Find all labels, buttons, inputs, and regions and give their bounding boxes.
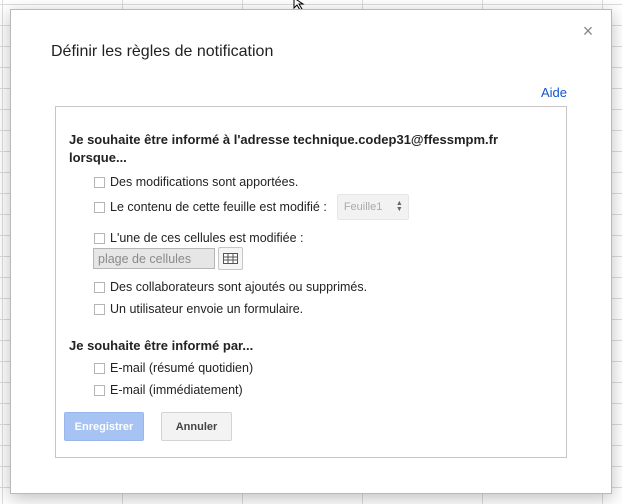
option-label: E-mail (immédiatement) (110, 383, 243, 397)
option-cells-changed[interactable]: L'une de ces cellules est modifiée : (94, 231, 303, 245)
checkbox-email-immediate[interactable] (94, 384, 105, 396)
option-form-submitted[interactable]: Un utilisateur envoie un formulaire. (94, 302, 303, 316)
checkbox-sheet-changed[interactable] (94, 201, 105, 213)
cell-range-picker (93, 247, 243, 270)
checkbox-cells-changed[interactable] (94, 232, 105, 244)
option-email-daily[interactable]: E-mail (résumé quotidien) (94, 361, 253, 375)
option-collaborators-changed[interactable]: Des collaborateurs sont ajoutés ou suppr… (94, 280, 367, 294)
notification-rules-dialog: × Définir les règles de notification Aid… (10, 9, 612, 494)
option-sheet-changed[interactable]: Le contenu de cette feuille est modifié … (94, 194, 409, 220)
save-button[interactable]: Enregistrer (64, 412, 144, 441)
option-label: L'une de ces cellules est modifiée : (110, 231, 304, 245)
option-changes-made[interactable]: Des modifications sont apportées. (94, 175, 298, 189)
cancel-button[interactable]: Annuler (161, 412, 232, 441)
option-label: Un utilisateur envoie un formulaire. (110, 302, 304, 316)
checkbox-form-submitted[interactable] (94, 303, 105, 315)
sheet-select[interactable]: Feuille1 ▲ ▼ (336, 194, 409, 220)
option-label: Des collaborateurs sont ajoutés ou suppr… (110, 280, 368, 294)
dialog-title: Définir les règles de notification (51, 43, 274, 60)
sheet-select-value: Feuille1 (343, 201, 383, 213)
option-label: E-mail (résumé quotidien) (110, 361, 254, 375)
select-range-button[interactable] (218, 247, 243, 270)
option-email-immediate[interactable]: E-mail (immédiatement) (94, 383, 243, 397)
help-link[interactable]: Aide (541, 85, 567, 100)
select-arrows-icon: ▲ ▼ (395, 200, 403, 213)
close-icon[interactable]: × (579, 22, 597, 40)
checkbox-email-daily[interactable] (94, 362, 105, 374)
checkbox-collaborators-changed[interactable] (94, 281, 105, 293)
notify-by-heading: Je souhaite être informé par... (69, 338, 254, 353)
option-label: Des modifications sont apportées. (110, 175, 299, 189)
notify-when-heading: Je souhaite être informé à l'adresse tec… (69, 132, 499, 165)
grid-icon (223, 253, 238, 264)
cell-range-input[interactable] (93, 248, 215, 269)
option-label: Le contenu de cette feuille est modifié … (110, 200, 327, 214)
checkbox-changes-made[interactable] (94, 176, 105, 188)
rules-panel: Je souhaite être informé à l'adresse tec… (55, 106, 567, 458)
